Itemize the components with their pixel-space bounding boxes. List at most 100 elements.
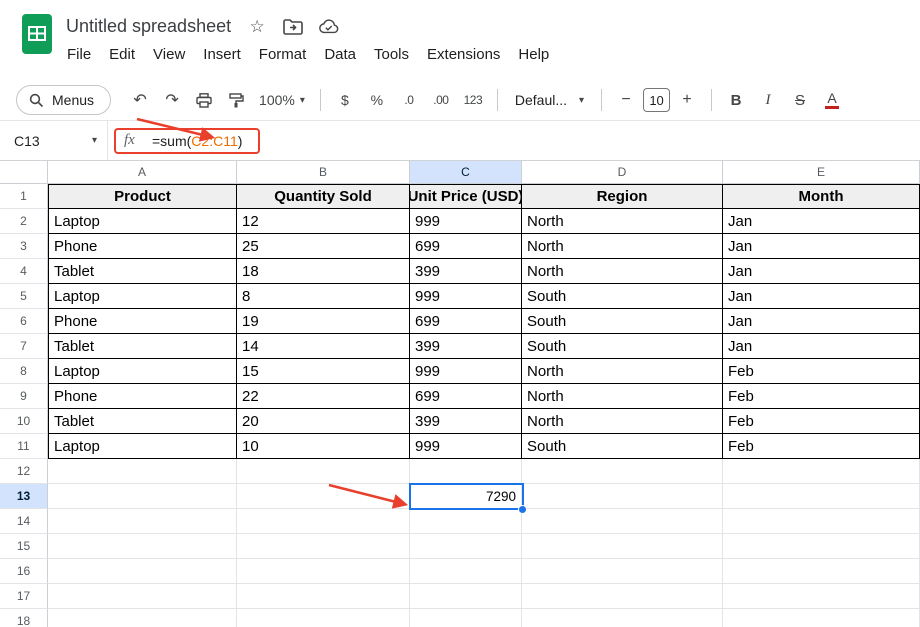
menu-help[interactable]: Help [509,44,558,65]
cell-C7[interactable]: 399 [410,334,522,359]
cell-E10[interactable]: Feb [723,409,920,434]
cell-C14[interactable] [410,509,522,534]
cell-D13[interactable] [522,484,723,509]
print-button[interactable] [189,85,219,115]
cell-B14[interactable] [237,509,410,534]
cell-D1[interactable]: Region [522,184,723,209]
cell-B16[interactable] [237,559,410,584]
cell-B9[interactable]: 22 [237,384,410,409]
format-percent-button[interactable]: % [362,85,392,115]
cell-A18[interactable] [48,609,237,627]
cell-A16[interactable] [48,559,237,584]
cell-E17[interactable] [723,584,920,609]
cell-A4[interactable]: Tablet [48,259,237,284]
cell-D9[interactable]: North [522,384,723,409]
cell-B3[interactable]: 25 [237,234,410,259]
row-header-5[interactable]: 5 [0,284,48,309]
cell-E1[interactable]: Month [723,184,920,209]
name-box[interactable]: C13 ▾ [0,121,108,160]
column-header-E[interactable]: E [723,161,920,184]
cell-D16[interactable] [522,559,723,584]
cell-D10[interactable]: North [522,409,723,434]
cell-C12[interactable] [410,459,522,484]
row-header-7[interactable]: 7 [0,334,48,359]
row-header-18[interactable]: 18 [0,609,48,627]
decrease-font-size-button[interactable]: − [611,85,641,115]
cell-A11[interactable]: Laptop [48,434,237,459]
cell-C9[interactable]: 699 [410,384,522,409]
row-header-9[interactable]: 9 [0,384,48,409]
cell-E3[interactable]: Jan [723,234,920,259]
undo-button[interactable]: ↶ [125,85,155,115]
row-header-2[interactable]: 2 [0,209,48,234]
menu-view[interactable]: View [144,44,194,65]
cell-A13[interactable] [48,484,237,509]
column-header-B[interactable]: B [237,161,410,184]
cell-E7[interactable]: Jan [723,334,920,359]
star-icon[interactable]: ☆ [247,17,267,37]
cell-D7[interactable]: South [522,334,723,359]
cell-C6[interactable]: 699 [410,309,522,334]
cell-B10[interactable]: 20 [237,409,410,434]
row-header-1[interactable]: 1 [0,184,48,209]
cell-B7[interactable]: 14 [237,334,410,359]
cell-D3[interactable]: North [522,234,723,259]
cell-D12[interactable] [522,459,723,484]
cell-E8[interactable]: Feb [723,359,920,384]
menu-insert[interactable]: Insert [194,44,250,65]
cell-A8[interactable]: Laptop [48,359,237,384]
cell-B1[interactable]: Quantity Sold [237,184,410,209]
cell-C17[interactable] [410,584,522,609]
cell-C3[interactable]: 699 [410,234,522,259]
cell-E15[interactable] [723,534,920,559]
cell-B2[interactable]: 12 [237,209,410,234]
paint-format-button[interactable] [221,85,251,115]
cell-B15[interactable] [237,534,410,559]
row-header-10[interactable]: 10 [0,409,48,434]
menu-extensions[interactable]: Extensions [418,44,509,65]
row-header-11[interactable]: 11 [0,434,48,459]
column-header-C[interactable]: C [410,161,522,184]
row-header-4[interactable]: 4 [0,259,48,284]
cell-A5[interactable]: Laptop [48,284,237,309]
font-family-selector[interactable]: Defaul... ▾ [507,85,592,115]
row-header-15[interactable]: 15 [0,534,48,559]
zoom-control[interactable]: 100% ▾ [253,85,311,115]
cell-D11[interactable]: South [522,434,723,459]
row-header-16[interactable]: 16 [0,559,48,584]
cell-D4[interactable]: North [522,259,723,284]
cell-B5[interactable]: 8 [237,284,410,309]
cell-E11[interactable]: Feb [723,434,920,459]
column-header-A[interactable]: A [48,161,237,184]
cell-D8[interactable]: North [522,359,723,384]
bold-button[interactable]: B [721,85,751,115]
row-header-12[interactable]: 12 [0,459,48,484]
cell-C18[interactable] [410,609,522,627]
cell-E2[interactable]: Jan [723,209,920,234]
redo-button[interactable]: ↷ [157,85,187,115]
menu-data[interactable]: Data [315,44,365,65]
cell-C2[interactable]: 999 [410,209,522,234]
cell-E12[interactable] [723,459,920,484]
cell-E16[interactable] [723,559,920,584]
row-header-3[interactable]: 3 [0,234,48,259]
menu-file[interactable]: File [58,44,100,65]
cell-B17[interactable] [237,584,410,609]
cell-D15[interactable] [522,534,723,559]
menu-tools[interactable]: Tools [365,44,418,65]
cell-B13[interactable] [237,484,410,509]
cell-E13[interactable] [723,484,920,509]
formula-input[interactable]: =sum(C2:C11) [152,121,242,160]
cell-A10[interactable]: Tablet [48,409,237,434]
cell-B4[interactable]: 18 [237,259,410,284]
text-color-button[interactable]: A [817,85,847,115]
menu-format[interactable]: Format [250,44,316,65]
cell-C11[interactable]: 999 [410,434,522,459]
menu-edit[interactable]: Edit [100,44,144,65]
increase-decimal-button[interactable]: .00 [426,85,456,115]
row-header-14[interactable]: 14 [0,509,48,534]
cell-A12[interactable] [48,459,237,484]
strikethrough-button[interactable]: S [785,85,815,115]
font-size-input[interactable]: 10 [643,88,670,112]
cell-A7[interactable]: Tablet [48,334,237,359]
